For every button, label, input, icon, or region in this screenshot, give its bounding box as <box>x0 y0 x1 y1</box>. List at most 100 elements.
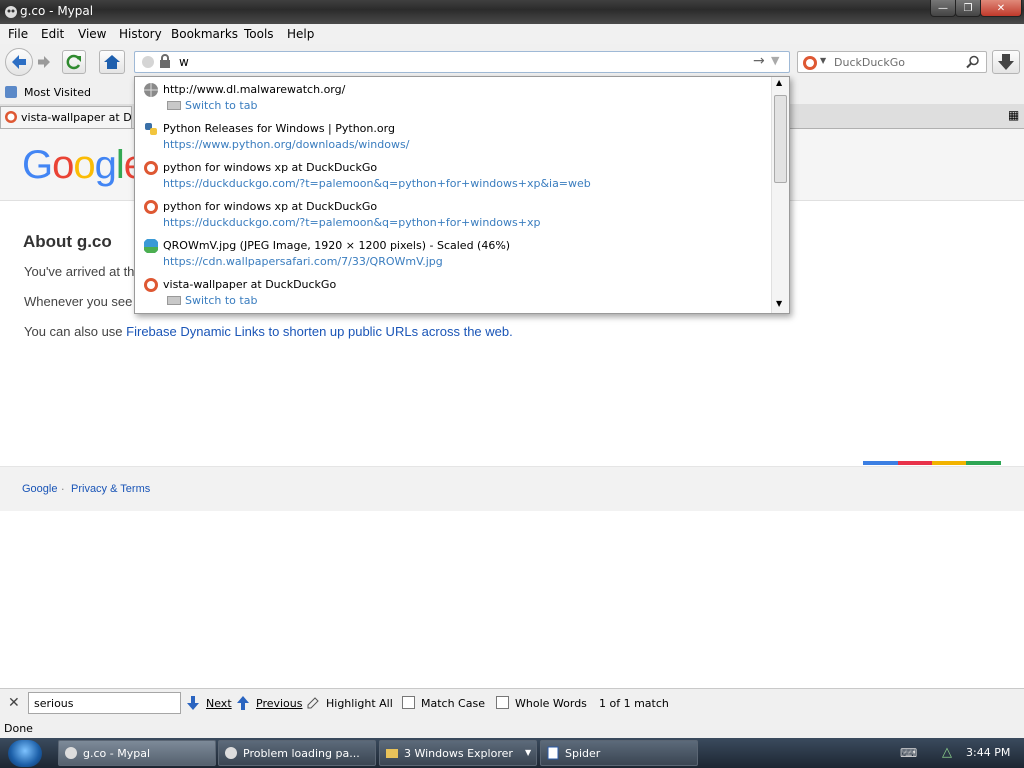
google-colorbar-green <box>966 461 1001 465</box>
find-bar: ✕ Next Previous Highlight All Match Case… <box>0 688 1024 719</box>
search-input[interactable]: DuckDuckGo <box>834 56 905 69</box>
footer-privacy-link[interactable]: Privacy & Terms <box>71 483 150 495</box>
autocomplete-scrollbar[interactable]: ▲ ▼ <box>771 77 789 313</box>
whole-words-label[interactable]: Whole Words <box>515 697 587 710</box>
minimize-button[interactable]: — <box>930 0 956 17</box>
keyboard-icon[interactable]: ⌨ <box>900 746 917 760</box>
autocomplete-url: https://cdn.wallpapersafari.com/7/33/QRO… <box>163 255 443 268</box>
menu-file[interactable]: File <box>8 27 28 41</box>
lock-icon <box>160 54 170 68</box>
google-colorbar-yellow <box>932 461 966 465</box>
page-title: About g.co <box>23 232 112 251</box>
search-engine-dropdown-icon[interactable]: ▼ <box>820 56 826 65</box>
autocomplete-row[interactable]: vista-wallpaper at DuckDuckGo Switch to … <box>135 272 771 311</box>
reload-icon <box>66 54 81 70</box>
reload-button[interactable] <box>62 50 86 74</box>
search-icon[interactable] <box>966 55 980 69</box>
restore-button[interactable]: ❐ <box>955 0 981 17</box>
autocomplete-action: Switch to tab <box>185 294 258 307</box>
group-dropdown-icon[interactable]: ▼ <box>525 748 531 757</box>
downloads-button[interactable] <box>992 50 1020 74</box>
tab-groups-icon[interactable]: ▦ <box>1008 108 1019 122</box>
tab-vista-wallpaper[interactable]: vista-wallpaper at DuckDuckGo <box>0 106 132 128</box>
switch-to-tab-icon <box>167 296 181 305</box>
search-box[interactable]: ▼ DuckDuckGo <box>797 51 987 73</box>
close-icon[interactable]: ✕ <box>8 695 20 711</box>
taskbar-item-problem-loading[interactable]: Problem loading pa... <box>218 740 376 766</box>
firebase-prefix: You can also use <box>24 324 127 339</box>
menu-view[interactable]: View <box>78 27 106 41</box>
taskbar-item-windows-explorer[interactable]: 3 Windows Explorer ▼ <box>379 740 537 766</box>
whole-words-checkbox[interactable] <box>496 696 509 709</box>
url-bar[interactable]: w → ▼ <box>134 51 790 73</box>
find-previous-button[interactable]: Previous <box>256 697 303 710</box>
forward-button[interactable] <box>34 52 54 72</box>
identity-globe-icon <box>142 56 154 68</box>
arrow-up-icon[interactable] <box>237 696 249 710</box>
autocomplete-row[interactable]: http://www.dl.malwarewatch.org/ Switch t… <box>135 77 771 116</box>
autocomplete-title: python for windows xp at DuckDuckGo <box>163 161 378 174</box>
window-title: g.co - Mypal <box>20 4 94 18</box>
autocomplete-row[interactable]: python for windows xp at DuckDuckGo http… <box>135 194 771 233</box>
menu-edit[interactable]: Edit <box>41 27 64 41</box>
google-logo[interactable]: Google <box>22 143 146 188</box>
arrow-down-icon[interactable] <box>187 696 199 710</box>
url-autocomplete-popup: http://www.dl.malwarewatch.org/ Switch t… <box>134 76 790 314</box>
find-next-button[interactable]: Next <box>206 697 232 710</box>
most-visited-bookmark[interactable]: Most Visited <box>24 86 91 99</box>
scroll-up-icon[interactable]: ▲ <box>776 78 782 87</box>
intro-paragraph: You've arrived at thi <box>24 264 138 279</box>
folder-icon <box>386 749 398 758</box>
footer-separator: · <box>61 483 65 496</box>
url-dropdown-icon[interactable]: ▼ <box>771 54 779 67</box>
system-clock[interactable]: 3:44 PM <box>966 746 1010 759</box>
menu-bar: File Edit View History Bookmarks Tools H… <box>0 24 1024 44</box>
duckduckgo-icon[interactable] <box>802 55 818 71</box>
back-button[interactable] <box>5 48 33 76</box>
go-arrow-icon[interactable]: → <box>753 53 765 69</box>
footer-google-link[interactable]: Google <box>22 483 57 495</box>
autocomplete-action: Switch to tab <box>185 99 258 112</box>
home-button[interactable] <box>99 50 125 74</box>
download-arrow-icon <box>998 54 1014 70</box>
mypal-app-icon <box>5 6 17 18</box>
close-window-button[interactable]: ✕ <box>980 0 1022 17</box>
taskbar-item-mypal[interactable]: g.co - Mypal <box>58 740 216 766</box>
windows-taskbar: g.co - Mypal Problem loading pa... 3 Win… <box>0 738 1024 768</box>
autocomplete-row[interactable]: python for windows xp at DuckDuckGo http… <box>135 155 771 194</box>
firebase-link[interactable]: Firebase Dynamic Links to shorten up pub… <box>126 324 513 339</box>
scrollbar-thumb[interactable] <box>774 95 787 183</box>
highlighter-icon <box>307 697 319 709</box>
menu-help[interactable]: Help <box>287 27 314 41</box>
match-case-checkbox[interactable] <box>402 696 415 709</box>
globe-icon <box>144 83 158 97</box>
match-case-label[interactable]: Match Case <box>421 697 485 710</box>
menu-bookmarks[interactable]: Bookmarks <box>171 27 238 41</box>
autocomplete-title: QROWmV.jpg (JPEG Image, 1920 × 1200 pixe… <box>163 239 511 252</box>
status-bar: Done <box>0 718 1024 738</box>
highlight-all-button[interactable]: Highlight All <box>326 697 393 710</box>
autocomplete-url: https://duckduckgo.com/?t=palemoon&q=pyt… <box>163 177 591 190</box>
duckduckgo-icon <box>144 278 158 292</box>
autocomplete-url: https://www.python.org/downloads/windows… <box>163 138 410 151</box>
start-button[interactable] <box>8 740 42 767</box>
menu-tools[interactable]: Tools <box>244 27 274 41</box>
network-icon[interactable]: △ <box>942 745 952 760</box>
title-bar: g.co - Mypal — ❐ ✕ <box>0 0 1024 24</box>
autocomplete-title: http://www.dl.malwarewatch.org/ <box>163 83 346 96</box>
back-arrow-icon <box>12 55 26 69</box>
duckduckgo-icon <box>144 161 158 175</box>
autocomplete-url: https://duckduckgo.com/?t=palemoon&q=pyt… <box>163 216 541 229</box>
find-input[interactable] <box>28 692 181 714</box>
tab-label: vista-wallpaper at DuckDuckGo <box>21 111 132 124</box>
mypal-icon <box>225 747 237 759</box>
menu-history[interactable]: History <box>119 27 162 41</box>
autocomplete-row[interactable]: QROWmV.jpg (JPEG Image, 1920 × 1200 pixe… <box>135 233 771 272</box>
taskbar-item-spider[interactable]: Spider <box>540 740 698 766</box>
autocomplete-row[interactable]: Python Releases for Windows | Python.org… <box>135 116 771 155</box>
url-input[interactable]: w <box>179 55 189 69</box>
firebase-paragraph: You can also use Firebase Dynamic Links … <box>24 324 513 339</box>
home-icon <box>104 55 120 69</box>
scroll-down-icon[interactable]: ▼ <box>776 299 782 308</box>
switch-to-tab-icon <box>167 101 181 110</box>
